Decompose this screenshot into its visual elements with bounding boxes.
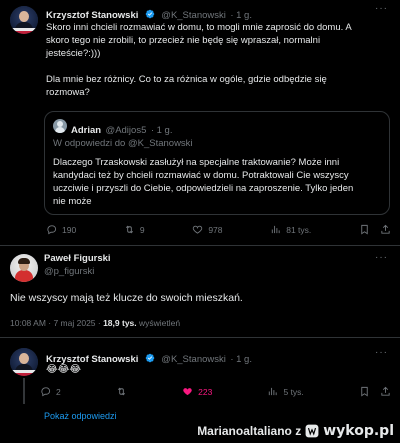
tweet-text: Skoro inni chcieli rozmawiać w domu, to … — [46, 21, 391, 99]
watermark: Marianoaltaliano z wykop.pl — [197, 423, 394, 439]
retweet-icon — [125, 225, 133, 234]
verified-badge-icon — [145, 9, 155, 19]
tweet-meta: 10:08 AM · 7 maj 2025 · 18,9 tys. wyświe… — [10, 318, 180, 328]
author-handle[interactable]: @K_Stanowski — [161, 10, 226, 21]
heart-icon — [193, 225, 203, 234]
author-name[interactable]: Krzysztof Stanowski — [46, 10, 138, 21]
tweet-timestamp[interactable]: 10:08 AM · 7 maj 2025 · — [10, 318, 103, 328]
views-button[interactable]: 5 tys. — [267, 386, 304, 397]
tweet-text-line: jesteście?:))) — [46, 48, 101, 59]
tweet-text: 😂😂😂 — [46, 364, 82, 375]
like-count: 978 — [208, 224, 223, 235]
like-button[interactable]: 223 — [182, 386, 212, 397]
reply-button[interactable]: 2 — [40, 386, 61, 397]
views-chart-icon — [269, 387, 278, 396]
heart-filled-icon — [183, 388, 192, 396]
quote-avatar — [53, 119, 67, 133]
tweet-text-line: Dla mnie bez różnicy. Co to za różnica w… — [46, 74, 327, 85]
views-label: wyświetleń — [136, 318, 181, 328]
avatar[interactable] — [10, 6, 38, 34]
avatar[interactable] — [10, 348, 38, 376]
author-handle[interactable]: @K_Stanowski — [161, 354, 226, 365]
like-button[interactable]: 978 — [192, 224, 223, 235]
avatar[interactable] — [10, 254, 38, 282]
wykop-logo-icon — [305, 424, 319, 438]
views-count: 18,9 tys. — [103, 318, 137, 328]
verified-badge-icon — [145, 353, 155, 363]
like-count: 223 — [198, 386, 213, 397]
reply-icon — [41, 387, 51, 397]
retweet-icon — [117, 387, 125, 396]
watermark-site: wykop.pl — [323, 423, 394, 439]
tweet-reply[interactable]: Krzysztof Stanowski @K_Stanowski · 1 g. … — [0, 338, 400, 428]
thread-line — [23, 378, 25, 404]
reply-button[interactable]: 190 — [46, 224, 76, 235]
reply-to-label: W odpowiedzi do @K_Stanowski — [53, 138, 193, 149]
post-time[interactable]: · 1 g. — [230, 354, 252, 365]
more-options-icon[interactable]: ··· — [375, 3, 388, 14]
share-icon[interactable] — [380, 224, 391, 235]
tweet-actions: 2 223 5 tys. — [40, 386, 391, 397]
quote-text-line: kandydaci też by chcieli rozmawiać w dom… — [53, 170, 349, 181]
tweet-text-line: Skoro inni chcieli rozmawiać w domu, to … — [46, 22, 352, 33]
tweet-actions: 190 9 978 81 tys. — [46, 224, 391, 235]
tweet-main[interactable]: Krzysztof Stanowski @K_Stanowski · 1 g. … — [0, 0, 400, 248]
quote-text-line: uczciwie i przyszli do Ciebie, odpowiedz… — [53, 183, 354, 194]
reply-count: 2 — [56, 386, 61, 397]
thread-line — [23, 38, 25, 248]
post-time[interactable]: · 1 g. — [230, 10, 252, 21]
reply-count: 190 — [62, 224, 77, 235]
quoted-tweet[interactable]: Adrian @Adijos5 · 1 g. W odpowiedzi do @… — [44, 111, 390, 215]
views-chart-icon — [272, 225, 280, 234]
views-button[interactable]: 81 tys. — [270, 224, 311, 235]
quote-text-line: Dlaczego Trzaskowski zasłużył na specjal… — [53, 157, 340, 168]
quote-author-handle: @Adijos5 — [105, 125, 147, 136]
tweet-text: Nie wszyscy mają też klucze do swoich mi… — [10, 292, 243, 304]
views-count: 5 tys. — [283, 386, 304, 397]
more-options-icon[interactable]: ··· — [375, 347, 388, 358]
quote-text-line: nie może — [53, 196, 92, 207]
quote-author-name: Adrian — [71, 125, 102, 136]
bookmark-icon[interactable] — [359, 386, 370, 397]
retweet-count: 9 — [139, 224, 145, 235]
bookmark-icon[interactable] — [359, 224, 370, 235]
author-name[interactable]: Paweł Figurski — [44, 253, 111, 264]
tweet-text-line: skoro tego nie zrobili, to przecież nie … — [46, 35, 321, 46]
quote-post-time: · 1 g. — [150, 125, 173, 136]
quote-text: Dlaczego Trzaskowski zasłużył na specjal… — [53, 156, 387, 208]
author-handle[interactable]: @p_figurski — [44, 266, 111, 277]
reply-icon — [47, 225, 57, 235]
watermark-user: Marianoaltaliano z — [197, 424, 302, 438]
show-replies-link[interactable]: Pokaż odpowiedzi — [44, 411, 117, 421]
retweet-button[interactable] — [116, 386, 127, 397]
more-options-icon[interactable]: ··· — [375, 252, 388, 263]
tweet-text-line: rozmowa? — [46, 87, 90, 98]
retweet-button[interactable]: 9 — [124, 224, 145, 235]
share-icon[interactable] — [380, 386, 391, 397]
tweet-focused[interactable]: Paweł Figurski @p_figurski ··· Nie wszys… — [0, 246, 400, 340]
views-count: 81 tys. — [286, 224, 312, 235]
